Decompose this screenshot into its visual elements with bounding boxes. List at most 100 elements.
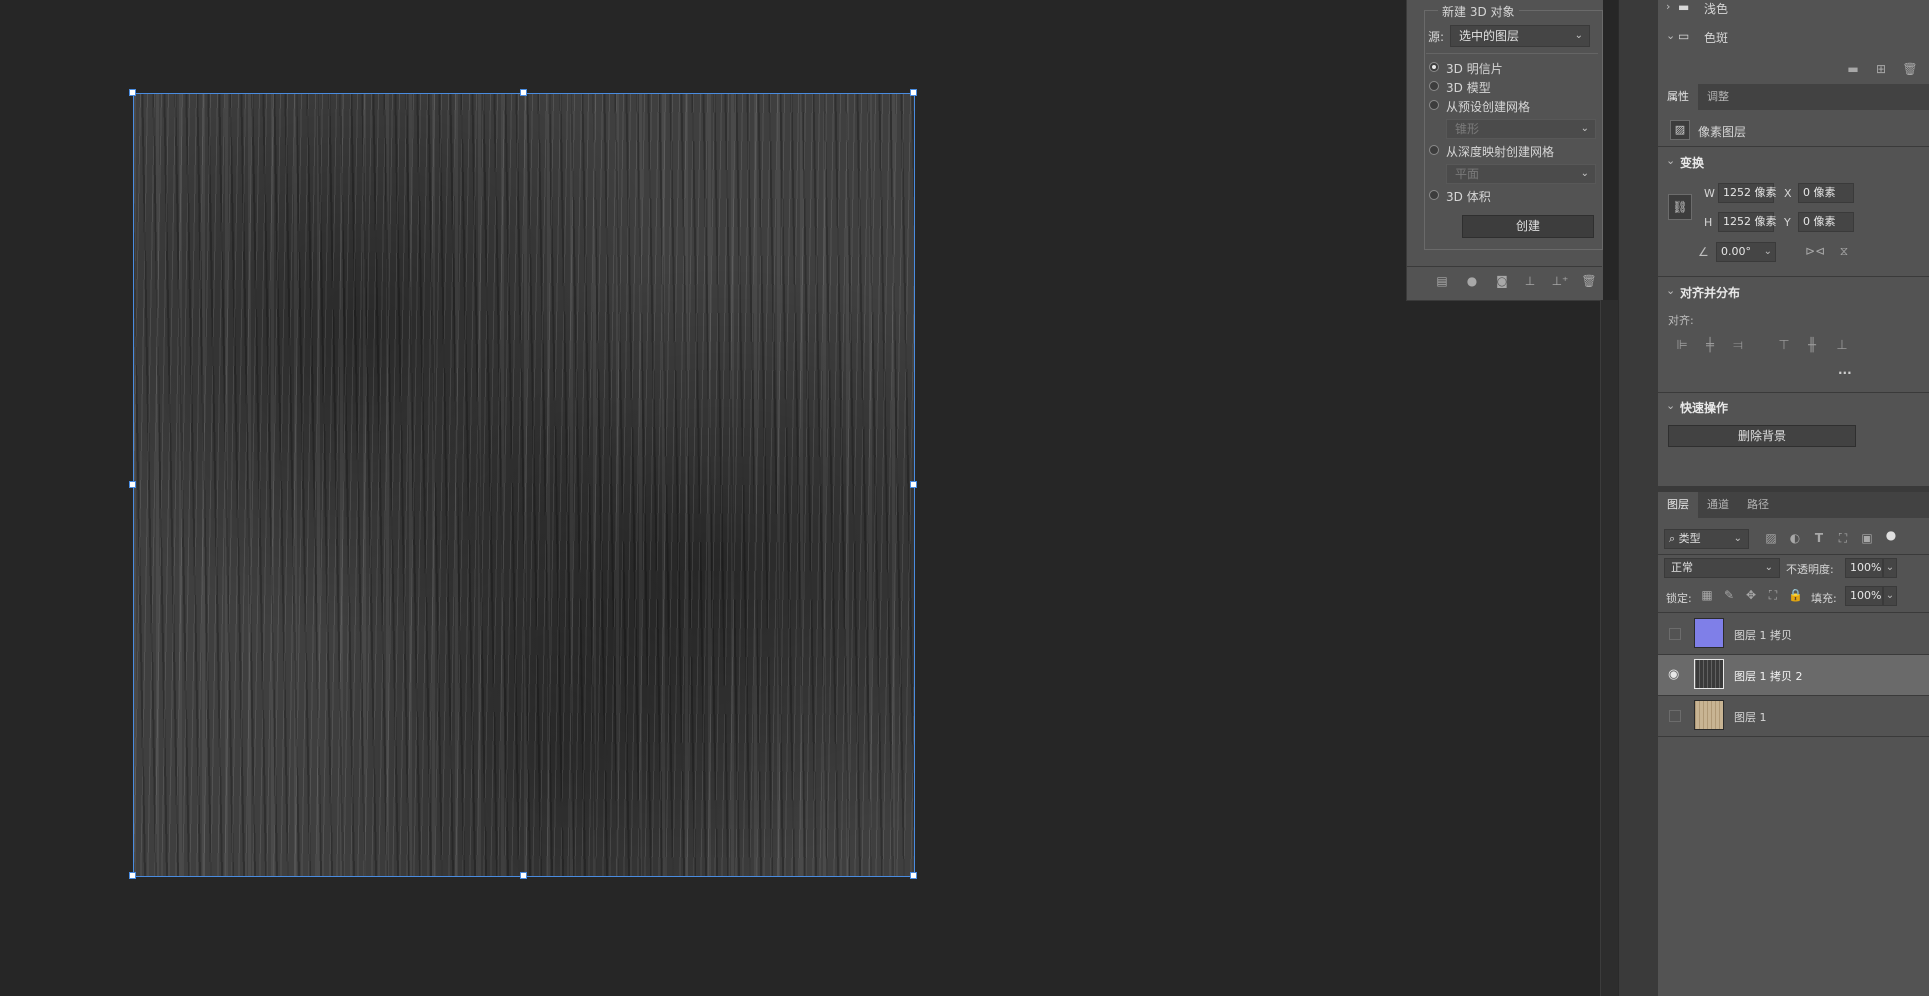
transform-handle-top-right[interactable] — [910, 89, 917, 96]
layer-row-copy-2[interactable]: ◉ 图层 1 拷贝 2 — [1658, 655, 1929, 695]
align-vertical-centers-icon[interactable]: ╫ — [1803, 338, 1821, 353]
swatch-group-light[interactable]: 浅色 — [1704, 0, 1728, 17]
folder-icon: ▬ — [1678, 0, 1690, 14]
flip-vertical-icon[interactable]: ⧖ — [1835, 244, 1853, 259]
transform-handle-bottom-left[interactable] — [129, 872, 136, 879]
light-icon[interactable]: ● — [1464, 274, 1480, 288]
layer-name[interactable]: 图层 1 拷贝 — [1734, 627, 1792, 643]
layer-row-base[interactable]: 图层 1 — [1658, 696, 1929, 736]
divider — [1658, 392, 1929, 393]
filter-pixel-icon[interactable]: ▨ — [1763, 531, 1779, 545]
swatch-group-spots[interactable]: 色斑 — [1704, 29, 1728, 46]
chevron-down-icon[interactable]: ⌄ — [1666, 29, 1675, 42]
panel-scrollbar[interactable] — [1600, 300, 1619, 996]
layer-filter-value: 类型 — [1678, 532, 1701, 545]
divider — [1658, 276, 1929, 277]
lock-image-pixels-icon[interactable]: ✎ — [1722, 588, 1736, 602]
transform-section-title[interactable]: 变换 — [1680, 154, 1704, 171]
filter-shape-icon[interactable]: ⛶ — [1835, 531, 1851, 546]
more-options-icon[interactable]: ··· — [1838, 366, 1852, 380]
layer-thumbnail — [1694, 659, 1724, 689]
scene-icon[interactable]: ▤ — [1434, 274, 1450, 288]
transform-handle-right[interactable] — [910, 481, 917, 488]
chevron-down-icon[interactable]: ⌄ — [1883, 558, 1897, 578]
transform-bounding-box[interactable] — [133, 93, 915, 877]
height-input[interactable]: 1252 像素 — [1718, 212, 1777, 232]
tab-layers[interactable]: 图层 — [1658, 492, 1698, 518]
chevron-down-icon: ⌄ — [1763, 246, 1772, 257]
lock-artboard-icon[interactable]: ⛶ — [1766, 588, 1780, 603]
filter-smart-object-icon[interactable]: ▣ — [1859, 531, 1875, 545]
chevron-right-icon[interactable]: › — [1666, 0, 1670, 13]
lock-transparent-pixels-icon[interactable]: ▦ — [1700, 588, 1714, 602]
align-section-title[interactable]: 对齐并分布 — [1680, 284, 1740, 301]
option-3d-volume-label: 3D 体积 — [1446, 190, 1491, 204]
y-input[interactable]: 0 像素 — [1798, 212, 1854, 232]
tab-adjustments[interactable]: 调整 — [1698, 84, 1738, 110]
transform-handle-bottom[interactable] — [520, 872, 527, 879]
visibility-toggle[interactable] — [1669, 710, 1681, 722]
eye-icon[interactable]: ◉ — [1668, 667, 1679, 682]
chevron-down-icon: ⌄ — [1764, 562, 1773, 573]
divider — [1426, 53, 1598, 54]
width-input[interactable]: 1252 像素 — [1718, 183, 1777, 203]
lock-position-icon[interactable]: ✥ — [1744, 588, 1758, 602]
trash-icon[interactable]: 🗑 — [1902, 62, 1918, 76]
filter-type-icon[interactable]: T — [1811, 531, 1827, 545]
visibility-toggle[interactable] — [1669, 628, 1681, 640]
filter-adjustment-icon[interactable]: ◐ — [1787, 531, 1803, 545]
camera-icon[interactable]: ◙ — [1494, 274, 1510, 288]
tab-paths[interactable]: 路径 — [1738, 492, 1778, 518]
fill-input[interactable]: 100% — [1845, 586, 1883, 606]
radio-3d-model[interactable] — [1429, 81, 1439, 91]
opacity-input[interactable]: 100% — [1845, 558, 1883, 578]
opacity-label: 不透明度: — [1786, 563, 1834, 576]
transform-handle-top[interactable] — [520, 89, 527, 96]
x-input[interactable]: 0 像素 — [1798, 183, 1854, 203]
option-mesh-from-depth-label: 从深度映射创建网格 — [1446, 145, 1555, 159]
blend-mode-select[interactable]: 正常 ⌄ — [1664, 558, 1780, 578]
layer-name[interactable]: 图层 1 拷贝 2 — [1734, 668, 1803, 684]
radio-mesh-from-preset[interactable] — [1429, 100, 1439, 110]
tab-properties[interactable]: 属性 — [1658, 84, 1698, 110]
radio-3d-volume[interactable] — [1429, 190, 1439, 200]
layer-filter-select[interactable]: ⌕ 类型 ⌄ — [1664, 529, 1749, 549]
layer-row-copy[interactable]: 图层 1 拷贝 — [1658, 614, 1929, 654]
chevron-down-icon[interactable]: ⌄ — [1666, 399, 1675, 412]
new-swatch-icon[interactable]: ⊞ — [1873, 62, 1889, 76]
angle-icon: ∠ — [1698, 245, 1709, 259]
align-top-edges-icon[interactable]: ⊤ — [1775, 338, 1793, 353]
transform-handle-top-left[interactable] — [129, 89, 136, 96]
remove-background-button[interactable]: 删除背景 — [1668, 425, 1856, 447]
radio-3d-postcard[interactable] — [1429, 62, 1439, 72]
transform-handle-left[interactable] — [129, 481, 136, 488]
trash-icon[interactable]: 🗑 — [1581, 274, 1597, 288]
lock-all-icon[interactable]: 🔒 — [1788, 588, 1803, 602]
chevron-down-icon[interactable]: ⌄ — [1666, 154, 1675, 167]
align-bottom-edges-icon[interactable]: ⊥ — [1833, 338, 1851, 353]
align-horizontal-centers-icon[interactable]: ╪ — [1701, 338, 1719, 353]
align-left-edges-icon[interactable]: ⊫ — [1673, 338, 1691, 353]
source-select[interactable]: 选中的图层 ⌄ — [1450, 25, 1590, 47]
align-right-edges-icon[interactable]: ⫤ — [1729, 338, 1747, 353]
ground-icon[interactable]: ⊥ — [1522, 274, 1538, 288]
chevron-down-icon[interactable]: ⌄ — [1883, 586, 1897, 606]
layer-name[interactable]: 图层 1 — [1734, 709, 1767, 725]
depth-select-value: 平面 — [1455, 167, 1480, 181]
transform-handle-bottom-right[interactable] — [910, 872, 917, 879]
flip-horizontal-icon[interactable]: ⊳⊲ — [1805, 244, 1825, 258]
link-dimensions-icon[interactable]: ⛓ — [1668, 194, 1692, 220]
divider — [1658, 146, 1929, 147]
new-group-icon[interactable]: ▬ — [1845, 62, 1861, 76]
create-button[interactable]: 创建 — [1462, 215, 1594, 238]
add-object-icon[interactable]: ⊥⁺ — [1551, 274, 1569, 288]
source-label: 源: — [1428, 30, 1445, 44]
filter-toggle-icon[interactable]: ● — [1883, 528, 1899, 542]
radio-mesh-from-depth[interactable] — [1429, 145, 1439, 155]
quick-actions-title[interactable]: 快速操作 — [1680, 399, 1728, 416]
tab-channels[interactable]: 通道 — [1698, 492, 1738, 518]
chevron-down-icon: ⌄ — [1574, 30, 1583, 41]
x-label: X — [1784, 187, 1792, 200]
chevron-down-icon[interactable]: ⌄ — [1666, 284, 1675, 297]
angle-input[interactable]: 0.00° ⌄ — [1716, 242, 1776, 262]
